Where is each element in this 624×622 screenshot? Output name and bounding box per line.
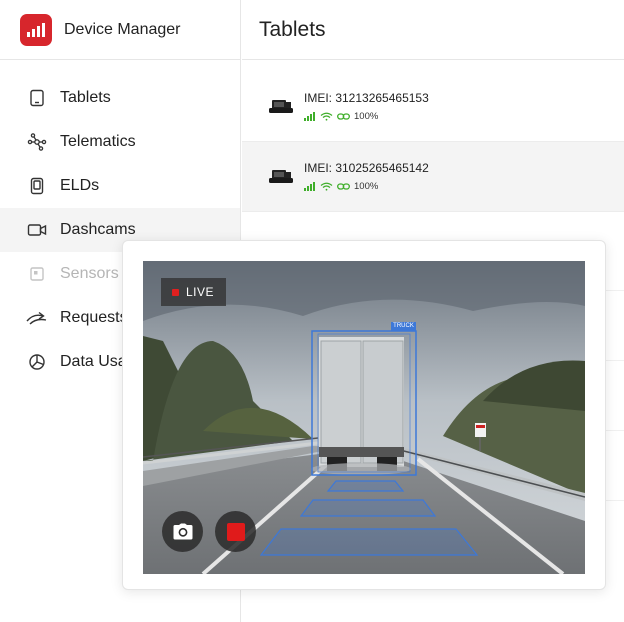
detection-label: TRUCK [391,322,416,331]
dashcam-live-modal: TRUCK LIVE [122,240,606,590]
app-logo [20,13,52,46]
device-row[interactable]: IMEI: 31025265465142 100% [242,142,624,212]
signal-bars-icon [27,22,45,37]
tablet-mount-icon [269,169,293,183]
sidebar-item-tablets[interactable]: Tablets [0,76,240,120]
device-imei: IMEI: 31213265465153 [304,91,429,105]
battery-link-icon [337,183,350,190]
sidebar-item-label: Tablets [60,89,111,106]
dashcam-video-feed[interactable]: TRUCK LIVE [143,261,585,574]
device-info: IMEI: 31025265465142 100% [304,161,429,192]
network-nodes-icon [26,131,48,153]
sidebar-item-label: ELDs [60,177,100,194]
sidebar-item-label: Dashcams [60,221,136,238]
device-list: IMEI: 31213265465153 100% IMEI: 31025265… [242,72,624,212]
sidebar-item-label: Data Usa [60,353,127,370]
pie-chart-icon [26,351,48,373]
sidebar-item-label: Sensors [60,265,119,282]
tablet-mount-icon [269,99,293,113]
double-arrow-icon [26,307,48,329]
device-status: 100% [304,111,429,122]
video-camera-icon [26,219,48,241]
live-label: LIVE [186,285,215,299]
sensor-icon [26,263,48,285]
sidebar-item-telematics[interactable]: Telematics [0,120,240,164]
signal-strength-icon [304,112,315,121]
battery-percent: 100% [354,111,379,122]
device-imei: IMEI: 31025265465142 [304,161,429,175]
road-scene-image [143,261,585,574]
sidebar-item-elds[interactable]: ELDs [0,164,240,208]
record-button[interactable] [215,511,256,552]
device-status: 100% [304,181,429,192]
signal-strength-icon [304,182,315,191]
sidebar-item-label: Requests [60,309,128,326]
page-title: Tablets [259,17,326,41]
tablet-icon [26,87,48,109]
live-indicator-icon [172,288,179,296]
sidebar-item-label: Telematics [60,133,136,150]
device-info: IMEI: 31213265465153 100% [304,91,429,122]
record-stop-icon [226,522,245,541]
page-header: Tablets [242,0,624,60]
camera-icon [173,523,192,540]
eld-device-icon [26,175,48,197]
battery-link-icon [337,113,350,120]
app-name: Device Manager [64,20,181,38]
live-badge: LIVE [161,278,226,306]
device-row[interactable]: IMEI: 31213265465153 100% [242,72,624,142]
battery-percent: 100% [354,181,379,192]
wifi-icon [320,112,333,121]
brand-header: Device Manager [0,0,240,60]
snapshot-button[interactable] [162,511,203,552]
wifi-icon [320,182,333,191]
